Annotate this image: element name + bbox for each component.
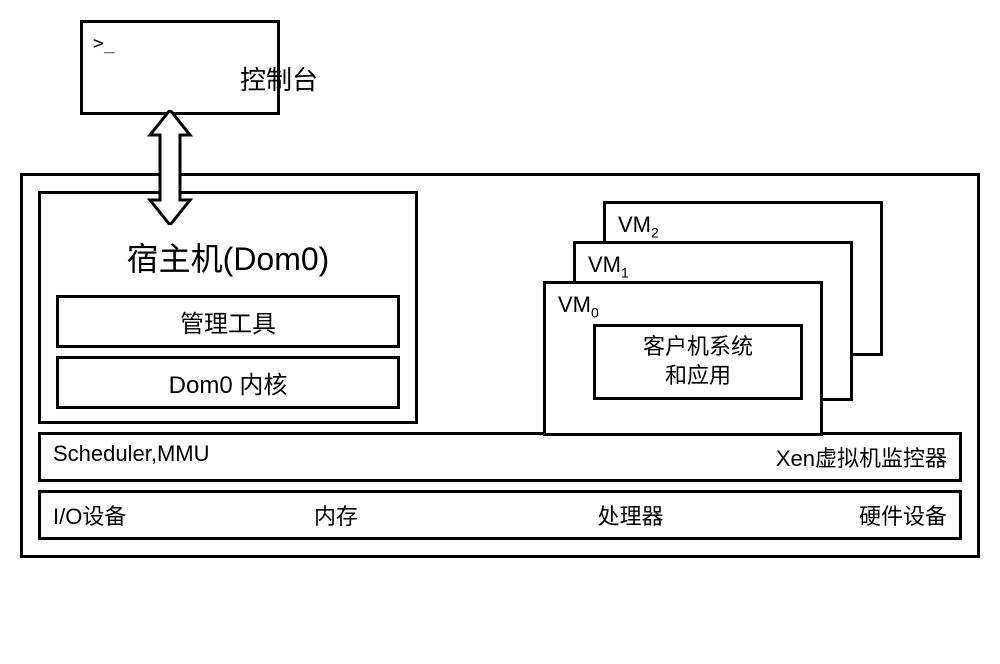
- vm0-box: VM0 客户机系统 和应用: [543, 281, 823, 436]
- bidirectional-arrow-icon: [145, 110, 195, 230]
- console-prompt: >_: [93, 33, 115, 54]
- main-system-container: 宿主机(Dom0) 管理工具 Dom0 内核 VM2 VM1 VM0 客户机系统…: [20, 173, 980, 558]
- vm1-label: VM1: [588, 252, 629, 277]
- hardware-row: I/O设备 内存 处理器 硬件设备: [38, 490, 962, 540]
- dom0-title: 宿主机(Dom0): [56, 234, 400, 280]
- xen-monitor-label: Xen虚拟机监控器: [776, 441, 947, 473]
- guest-line1: 客户机系统: [602, 333, 794, 362]
- vm0-label: VM0: [558, 292, 599, 317]
- guest-system-box: 客户机系统 和应用: [593, 324, 803, 399]
- dom0-kernel-box: Dom0 内核: [56, 356, 400, 409]
- vm2-label: VM2: [618, 212, 659, 237]
- dom0-host-box: 宿主机(Dom0) 管理工具 Dom0 内核: [38, 191, 418, 424]
- processor-label: 处理器: [525, 499, 736, 531]
- xen-monitor-row: Scheduler,MMU Xen虚拟机监控器: [38, 432, 962, 482]
- vm-stack: VM2 VM1 VM0 客户机系统 和应用: [543, 201, 883, 424]
- io-devices-label: I/O设备: [53, 499, 264, 531]
- console-label: 控制台: [240, 60, 318, 97]
- scheduler-label: Scheduler,MMU: [53, 441, 210, 473]
- mgmt-tools-box: 管理工具: [56, 295, 400, 348]
- guest-line2: 和应用: [602, 362, 794, 391]
- hw-devices-label: 硬件设备: [736, 499, 947, 531]
- memory-label: 内存: [264, 499, 525, 531]
